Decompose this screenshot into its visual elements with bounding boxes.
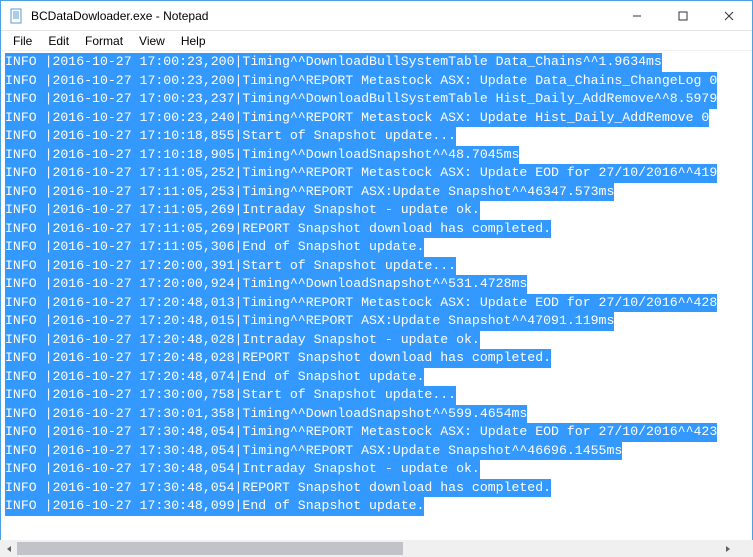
editor-viewport: INFO |2016-10-27 17:00:23,200|Timing^^Do…: [1, 51, 752, 539]
log-line[interactable]: INFO |2016-10-27 17:11:05,269|Intraday S…: [5, 201, 748, 220]
menu-view[interactable]: View: [131, 32, 173, 50]
scroll-right-button[interactable]: [719, 540, 736, 557]
log-line[interactable]: INFO |2016-10-27 17:30:00,758|Start of S…: [5, 386, 748, 405]
log-line[interactable]: INFO |2016-10-27 17:30:48,054|Timing^^RE…: [5, 442, 748, 461]
editor-text[interactable]: INFO |2016-10-27 17:00:23,200|Timing^^Do…: [1, 51, 752, 518]
maximize-button[interactable]: [660, 1, 706, 31]
minimize-button[interactable]: [614, 1, 660, 31]
window-title: BCDataDowloader.exe - Notepad: [31, 9, 614, 23]
scroll-left-button[interactable]: [0, 540, 17, 557]
menu-help[interactable]: Help: [173, 32, 214, 50]
log-line[interactable]: INFO |2016-10-27 17:30:48,054|Timing^^RE…: [5, 423, 748, 442]
log-line[interactable]: INFO |2016-10-27 17:00:23,200|Timing^^Do…: [5, 53, 748, 72]
log-line[interactable]: INFO |2016-10-27 17:20:48,028|REPORT Sna…: [5, 349, 748, 368]
log-line[interactable]: INFO |2016-10-27 17:30:48,054|Intraday S…: [5, 460, 748, 479]
log-line[interactable]: INFO |2016-10-27 17:11:05,253|Timing^^RE…: [5, 183, 748, 202]
horizontal-scrollbar[interactable]: [0, 540, 736, 557]
log-line[interactable]: INFO |2016-10-27 17:30:48,054|REPORT Sna…: [5, 479, 748, 498]
log-line[interactable]: INFO |2016-10-27 17:20:00,924|Timing^^Do…: [5, 275, 748, 294]
log-line[interactable]: INFO |2016-10-27 17:00:23,240|Timing^^RE…: [5, 109, 748, 128]
log-line[interactable]: INFO |2016-10-27 17:30:01,358|Timing^^Do…: [5, 405, 748, 424]
log-line[interactable]: INFO |2016-10-27 17:20:48,074|End of Sna…: [5, 368, 748, 387]
scroll-thumb[interactable]: [17, 542, 403, 555]
menu-file[interactable]: File: [5, 32, 40, 50]
app-icon: [9, 8, 25, 24]
titlebar[interactable]: BCDataDowloader.exe - Notepad: [1, 1, 752, 31]
log-line[interactable]: INFO |2016-10-27 17:11:05,306|End of Sna…: [5, 238, 748, 257]
log-line[interactable]: INFO |2016-10-27 17:11:05,252|Timing^^RE…: [5, 164, 748, 183]
scroll-track[interactable]: [17, 540, 719, 557]
log-line[interactable]: INFO |2016-10-27 17:20:48,028|Intraday S…: [5, 331, 748, 350]
menubar: File Edit Format View Help: [1, 31, 752, 51]
log-line[interactable]: INFO |2016-10-27 17:11:05,269|REPORT Sna…: [5, 220, 748, 239]
menu-edit[interactable]: Edit: [40, 32, 77, 50]
close-button[interactable]: [706, 1, 752, 31]
log-line[interactable]: INFO |2016-10-27 17:00:23,237|Timing^^Do…: [5, 90, 748, 109]
log-line[interactable]: INFO |2016-10-27 17:20:00,391|Start of S…: [5, 257, 748, 276]
log-line[interactable]: INFO |2016-10-27 17:30:48,099|End of Sna…: [5, 497, 748, 516]
log-line[interactable]: INFO |2016-10-27 17:00:23,200|Timing^^RE…: [5, 72, 748, 91]
log-line[interactable]: INFO |2016-10-27 17:10:18,905|Timing^^Do…: [5, 146, 748, 165]
log-line[interactable]: INFO |2016-10-27 17:10:18,855|Start of S…: [5, 127, 748, 146]
menu-format[interactable]: Format: [77, 32, 131, 50]
log-line[interactable]: INFO |2016-10-27 17:20:48,013|Timing^^RE…: [5, 294, 748, 313]
log-line[interactable]: INFO |2016-10-27 17:20:48,015|Timing^^RE…: [5, 312, 748, 331]
scrollbar-corner: [736, 540, 753, 557]
